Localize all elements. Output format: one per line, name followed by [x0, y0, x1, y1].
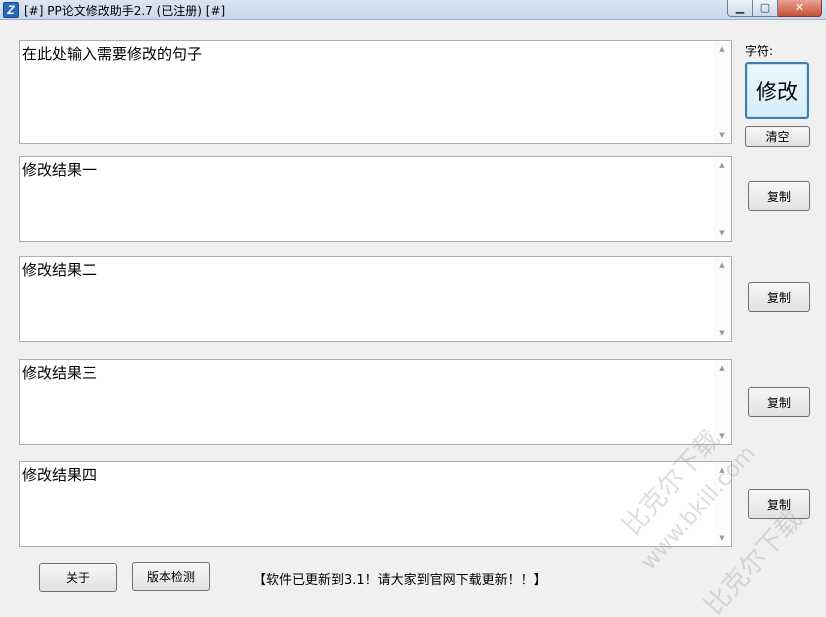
result-text-3: 修改结果三	[22, 364, 98, 382]
copy-button-1[interactable]: 复制	[748, 181, 810, 211]
result-textarea-1[interactable]: 修改结果一 ▲ ▼	[19, 156, 732, 242]
scroll-up-icon[interactable]: ▲	[714, 258, 730, 272]
scroll-down-icon[interactable]: ▼	[714, 128, 730, 142]
version-check-button[interactable]: 版本检测	[132, 562, 210, 591]
scroll-down-icon[interactable]: ▼	[714, 326, 730, 340]
char-count-label: 字符:	[745, 44, 774, 58]
clear-button[interactable]: 清空	[745, 126, 810, 147]
window-controls: ▁ ▢ ✕	[727, 0, 822, 18]
result-scrollbar-3[interactable]: ▲ ▼	[714, 361, 730, 443]
input-textarea[interactable]: 在此处输入需要修改的句子 ▲ ▼	[19, 40, 732, 144]
minimize-button[interactable]: ▁	[727, 0, 753, 17]
input-text: 在此处输入需要修改的句子	[22, 45, 203, 63]
result-scrollbar-1[interactable]: ▲ ▼	[714, 158, 730, 240]
result-textarea-2[interactable]: 修改结果二 ▲ ▼	[19, 256, 732, 342]
scroll-up-icon[interactable]: ▲	[714, 42, 730, 56]
update-notice: 【软件已更新到3.1！请大家到官网下载更新！！】	[253, 573, 547, 588]
app-logo-icon: Z	[3, 2, 19, 18]
about-button[interactable]: 关于	[39, 563, 117, 592]
close-button[interactable]: ✕	[778, 0, 822, 17]
input-scrollbar[interactable]: ▲ ▼	[714, 42, 730, 142]
result-textarea-3[interactable]: 修改结果三 ▲ ▼	[19, 359, 732, 445]
copy-button-3[interactable]: 复制	[748, 387, 810, 417]
scroll-up-icon[interactable]: ▲	[714, 361, 730, 375]
result-scrollbar-2[interactable]: ▲ ▼	[714, 258, 730, 340]
window-title: [#] PP论文修改助手2.7 (已注册) [#]	[24, 4, 226, 18]
scroll-down-icon[interactable]: ▼	[714, 226, 730, 240]
scroll-up-icon[interactable]: ▲	[714, 158, 730, 172]
result-text-2: 修改结果二	[22, 261, 98, 279]
result-text-4: 修改结果四	[22, 466, 98, 484]
result-text-1: 修改结果一	[22, 161, 98, 179]
copy-button-2[interactable]: 复制	[748, 282, 810, 312]
maximize-button[interactable]: ▢	[753, 0, 778, 17]
title-bar: Z [#] PP论文修改助手2.7 (已注册) [#] ▁ ▢ ✕	[0, 0, 826, 20]
modify-button[interactable]: 修改	[745, 62, 809, 119]
scroll-down-icon[interactable]: ▼	[714, 531, 730, 545]
